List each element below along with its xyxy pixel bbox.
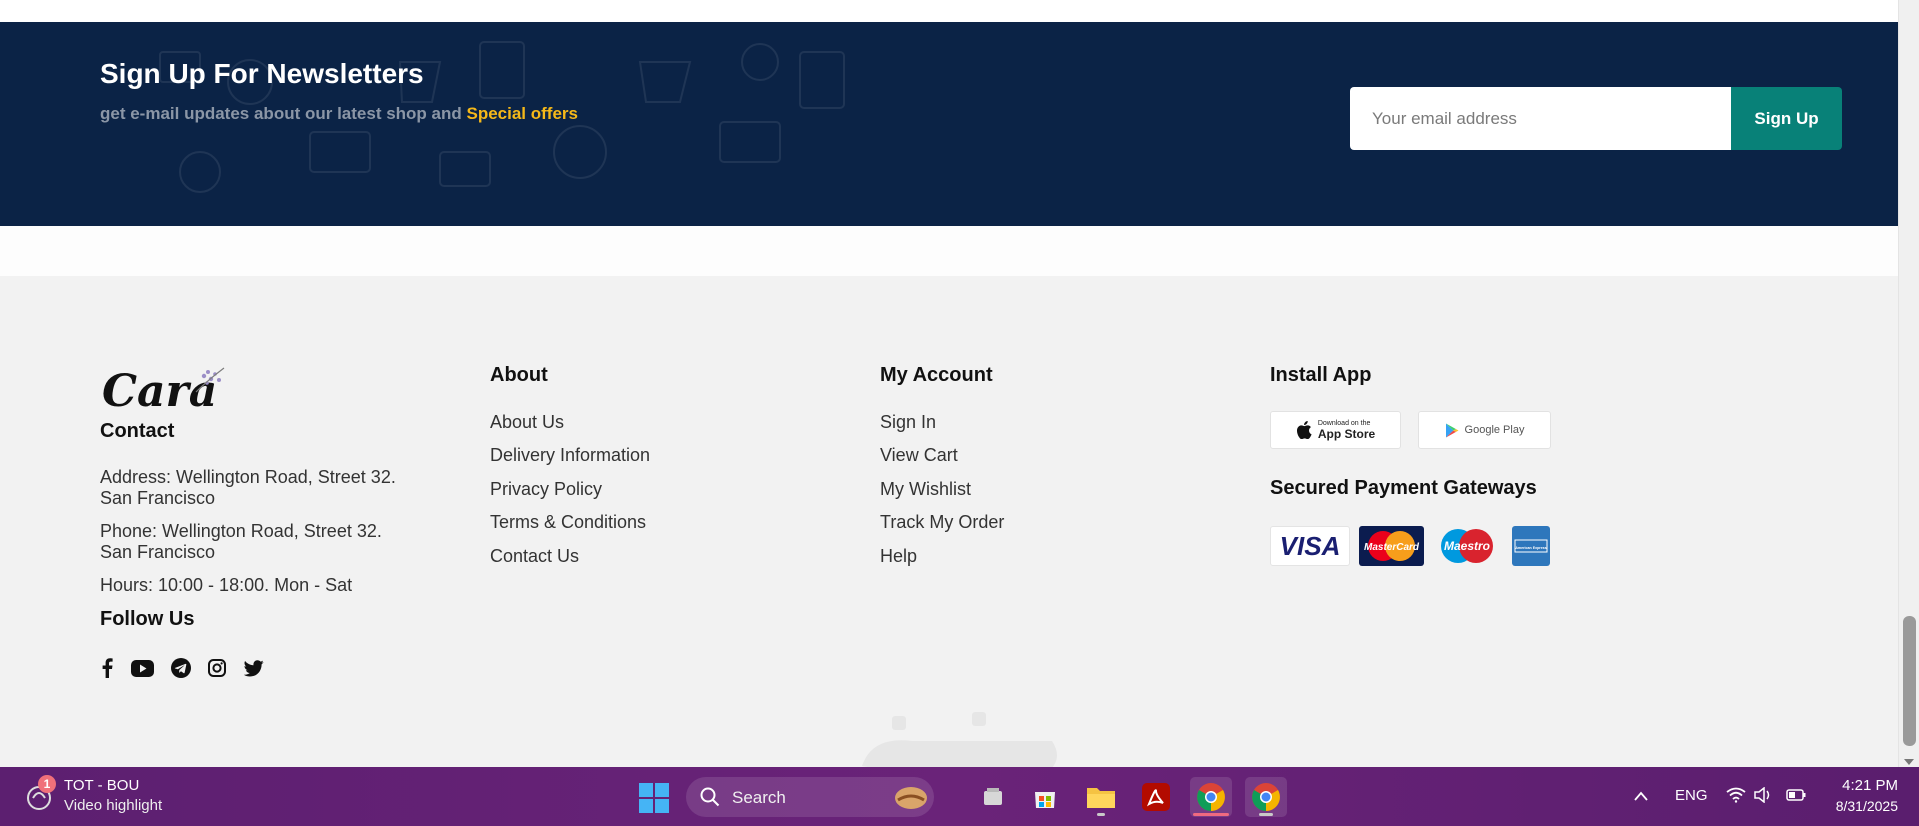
- news-widget-subtitle[interactable]: Video highlight: [64, 797, 162, 814]
- contact-address: Address: Wellington Road, Street 32. San …: [100, 467, 396, 509]
- acrobat-reader-icon[interactable]: [1135, 777, 1177, 817]
- contact-title: Contact: [100, 420, 175, 442]
- phone-line-1: Phone: Wellington Road, Street 32.: [100, 521, 382, 541]
- my-account-title: My Account: [880, 364, 993, 386]
- google-play-badge[interactable]: Google Play: [1418, 411, 1551, 449]
- link-track-my-order[interactable]: Track My Order: [880, 512, 1004, 533]
- google-play-icon: [1445, 423, 1459, 437]
- email-input[interactable]: [1350, 87, 1731, 150]
- link-my-wishlist[interactable]: My Wishlist: [880, 479, 971, 500]
- wifi-icon[interactable]: [1726, 787, 1746, 803]
- notification-badge: 1: [38, 775, 56, 793]
- visa-text: VISA: [1280, 531, 1341, 561]
- logo-text: Cara: [102, 366, 217, 414]
- about-title: About: [490, 364, 548, 386]
- search-highlight-icon: [895, 787, 927, 809]
- youtube-icon[interactable]: [130, 656, 154, 680]
- maestro-card-icon: Maestro: [1434, 526, 1500, 566]
- volume-icon[interactable]: [1754, 787, 1772, 803]
- scrollbar-thumb[interactable]: [1903, 616, 1916, 746]
- chevron-up-icon[interactable]: [1634, 791, 1648, 801]
- amex-text: American Express: [1515, 546, 1546, 550]
- windows-start-icon[interactable]: [639, 783, 669, 813]
- contact-phone: Phone: Wellington Road, Street 32. San Fr…: [100, 521, 382, 563]
- chrome-profile-icon[interactable]: [1245, 777, 1287, 817]
- chrome-active-indicator: [1193, 813, 1229, 816]
- file-explorer-icon[interactable]: [1080, 777, 1122, 817]
- google-play-text: Google Play: [1464, 423, 1525, 436]
- scroll-down-arrow-icon[interactable]: [1904, 759, 1914, 765]
- link-help[interactable]: Help: [880, 546, 917, 567]
- site-footer: Cara Contact Address: Wellington Road, S…: [0, 276, 1898, 767]
- cara-logo[interactable]: Cara: [100, 362, 230, 414]
- link-sign-in[interactable]: Sign In: [880, 412, 936, 433]
- phone-line-2: San Francisco: [100, 542, 216, 562]
- section-divider: [0, 226, 1898, 276]
- amex-card-icon: American Express: [1512, 526, 1550, 566]
- link-contact-us[interactable]: Contact Us: [490, 546, 579, 567]
- apple-icon: [1296, 421, 1312, 439]
- install-app-title: Install App: [1270, 364, 1372, 386]
- newsletter-title: Sign Up For Newsletters: [100, 58, 424, 89]
- newsletter-subtitle: get e-mail updates about our latest shop…: [100, 104, 578, 124]
- microsoft-store-icon[interactable]: [1024, 777, 1066, 817]
- address-line-1: Address: Wellington Road, Street 32.: [100, 467, 396, 487]
- file-manager-app-icon[interactable]: [972, 777, 1014, 817]
- link-view-cart[interactable]: View Cart: [880, 445, 958, 466]
- battery-icon[interactable]: [1786, 788, 1806, 802]
- payment-gateways-title: Secured Payment Gateways: [1270, 477, 1537, 499]
- chrome-icon[interactable]: [1190, 777, 1232, 817]
- link-privacy-policy[interactable]: Privacy Policy: [490, 479, 602, 500]
- taskbar-search[interactable]: Search: [686, 777, 934, 817]
- page-scrollbar[interactable]: [1898, 0, 1919, 767]
- link-terms-conditions[interactable]: Terms & Conditions: [490, 512, 646, 533]
- clock-date[interactable]: 8/31/2025: [1826, 798, 1898, 814]
- search-label: Search: [732, 788, 786, 807]
- facebook-icon[interactable]: [100, 656, 114, 680]
- windows-taskbar: 1 TOT - BOU Video highlight Search ENG 4…: [0, 767, 1919, 826]
- clock-time[interactable]: 4:21 PM: [1840, 777, 1898, 794]
- app-store-badge[interactable]: Download on the App Store: [1270, 411, 1401, 449]
- instagram-icon[interactable]: [207, 656, 227, 680]
- newsletter-special-offers: Special offers: [466, 104, 579, 123]
- newsletter-banner: Sign Up For Newsletters get e-mail updat…: [0, 22, 1898, 226]
- mastercard-icon: MasterCard: [1359, 526, 1424, 566]
- address-line-2: San Francisco: [100, 488, 216, 508]
- follow-us-title: Follow Us: [100, 608, 195, 630]
- explorer-running-indicator: [1097, 813, 1105, 816]
- app-store-text: App Store: [1317, 426, 1376, 441]
- link-delivery-information[interactable]: Delivery Information: [490, 445, 650, 466]
- chrome-profile-indicator: [1259, 813, 1273, 816]
- visa-card-icon: VISA: [1270, 526, 1350, 566]
- app-store-label: Download on the App Store: [1318, 420, 1375, 441]
- shopping-pattern-background: [159, 41, 845, 193]
- mastercard-text: MasterCard: [1364, 542, 1420, 553]
- input-language[interactable]: ENG: [1675, 787, 1708, 804]
- telegram-icon[interactable]: [170, 656, 192, 680]
- contact-hours: Hours: 10:00 - 18:00. Mon - Sat: [100, 575, 353, 595]
- newsletter-subtitle-text: get e-mail updates about our latest shop…: [100, 104, 462, 123]
- page-top-strip: [0, 0, 1898, 22]
- maestro-text: Maestro: [1444, 539, 1490, 553]
- search-icon: [700, 787, 720, 807]
- news-widget-title[interactable]: TOT - BOU: [64, 777, 139, 794]
- link-about-us[interactable]: About Us: [490, 412, 564, 433]
- twitter-icon[interactable]: [243, 656, 265, 680]
- signup-button[interactable]: Sign Up: [1731, 87, 1842, 150]
